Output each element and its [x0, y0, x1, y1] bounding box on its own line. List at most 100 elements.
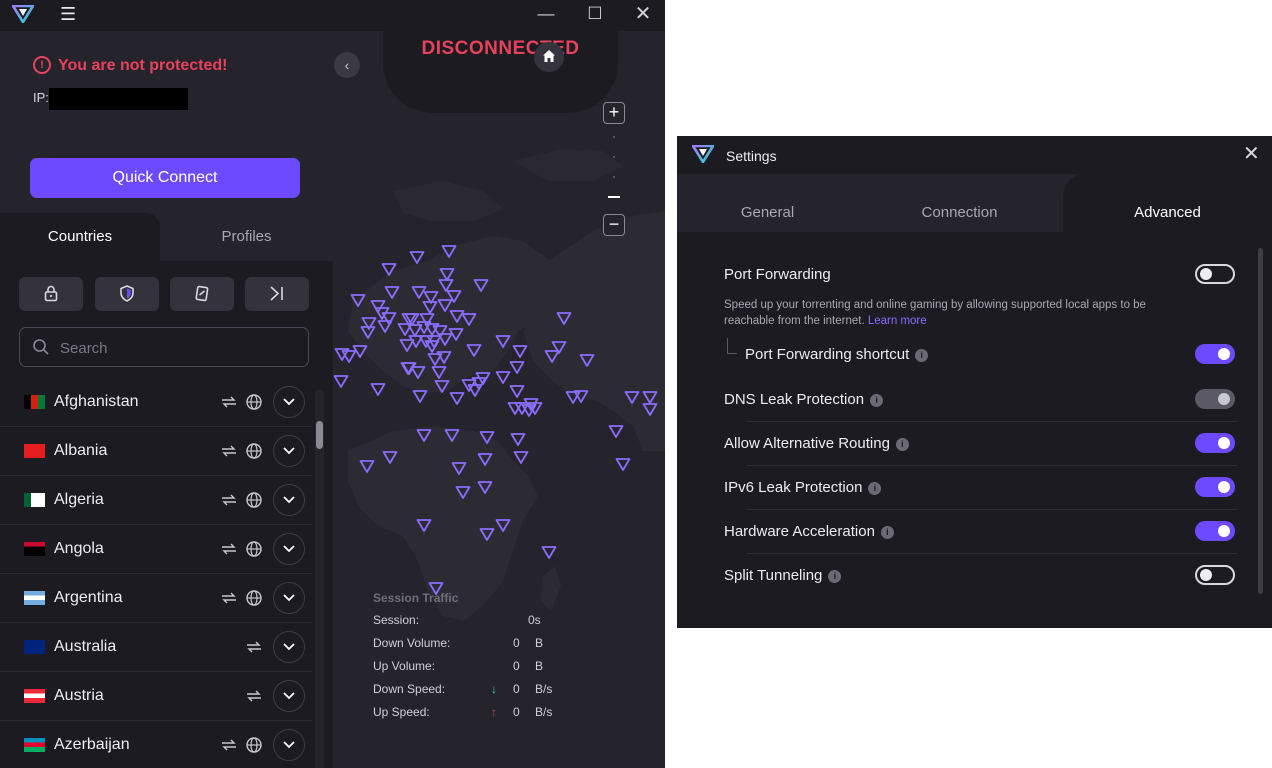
chevron-down-icon — [283, 496, 295, 504]
expand-country-button[interactable] — [273, 484, 305, 516]
traffic-value: 0s — [528, 613, 541, 627]
lock-icon — [44, 285, 58, 302]
setting-toggle[interactable] — [1195, 344, 1235, 364]
server-location-marker[interactable] — [615, 458, 631, 471]
flag-icon — [24, 444, 45, 458]
switch-server-icon[interactable] — [220, 736, 238, 754]
protonvpn-logo-icon[interactable] — [12, 5, 34, 23]
traffic-arrow: ↓ — [491, 682, 497, 696]
server-location-marker[interactable] — [509, 361, 525, 374]
globe-icon[interactable] — [245, 736, 263, 754]
expand-country-button[interactable] — [273, 680, 305, 712]
country-row[interactable]: Australia — [0, 623, 312, 672]
zoom-level-indicator[interactable] — [608, 196, 620, 198]
port-forwarding-description-text: Speed up your torrenting and online gami… — [724, 299, 1146, 327]
server-location-marker[interactable] — [409, 251, 425, 264]
traffic-row: Down Speed: ↓ 0 B/s — [373, 682, 573, 705]
country-row[interactable]: Angola — [0, 525, 312, 574]
port-forwarding-toggle[interactable] — [1195, 264, 1235, 284]
info-icon[interactable]: i — [895, 438, 909, 451]
country-row[interactable]: Azerbaijan — [0, 721, 312, 768]
server-location-marker[interactable] — [495, 371, 511, 384]
close-icon[interactable]: ✕ — [633, 4, 653, 24]
switch-server-icon[interactable] — [220, 442, 238, 460]
list-scrollbar-thumb[interactable] — [316, 421, 323, 449]
filter-secure-core-button[interactable] — [170, 277, 234, 311]
search-icon — [33, 339, 49, 355]
traffic-value: 0 — [513, 636, 520, 650]
switch-server-icon[interactable] — [220, 491, 238, 509]
server-location-marker[interactable] — [333, 375, 349, 388]
zoom-in-button[interactable]: + — [603, 102, 625, 124]
server-location-marker[interactable] — [513, 451, 529, 464]
chevron-down-icon — [283, 398, 295, 406]
tab-profiles[interactable]: Profiles — [160, 213, 333, 261]
globe-icon[interactable] — [245, 442, 263, 460]
info-icon[interactable]: i — [868, 482, 882, 495]
search-input[interactable] — [60, 336, 300, 360]
server-location-marker[interactable] — [512, 345, 528, 358]
setting-toggle[interactable] — [1195, 389, 1235, 409]
globe-icon[interactable] — [245, 491, 263, 509]
maximize-icon[interactable]: ☐ — [585, 4, 605, 24]
country-row[interactable]: Afghanistan — [0, 378, 312, 427]
expand-country-button[interactable] — [273, 729, 305, 761]
setting-toggle[interactable] — [1195, 477, 1235, 497]
home-button[interactable] — [534, 42, 564, 72]
tab-connection[interactable]: Connection — [897, 174, 1022, 232]
filter-secure-button[interactable] — [19, 277, 83, 311]
info-icon[interactable]: i — [880, 526, 894, 539]
connection-status-banner: DISCONNECTED — [383, 31, 618, 113]
tab-advanced[interactable]: Advanced — [1063, 174, 1272, 232]
zoom-track-dot — [613, 156, 615, 158]
filter-netshield-button[interactable] — [95, 277, 159, 311]
expand-country-button[interactable] — [273, 533, 305, 565]
switch-server-icon[interactable] — [245, 638, 263, 656]
expand-country-button[interactable] — [273, 582, 305, 614]
expand-country-button[interactable] — [273, 631, 305, 663]
switch-server-icon[interactable] — [220, 540, 238, 558]
info-icon[interactable]: i — [828, 570, 842, 583]
server-location-marker[interactable] — [608, 425, 624, 438]
quick-connect-button[interactable]: Quick Connect — [30, 158, 300, 198]
server-location-marker[interactable] — [412, 390, 428, 403]
traffic-unit: B — [535, 659, 544, 673]
tab-general[interactable]: General — [705, 174, 830, 232]
hamburger-menu-icon[interactable]: ☰ — [60, 5, 78, 23]
expand-country-button[interactable] — [273, 435, 305, 467]
filter-p2p-button[interactable] — [245, 277, 309, 311]
expand-country-button[interactable] — [273, 386, 305, 418]
server-location-marker[interactable] — [510, 433, 526, 446]
country-name: Australia — [54, 638, 117, 655]
collapse-panel-button[interactable]: ‹ — [334, 52, 360, 78]
server-location-marker[interactable] — [449, 392, 465, 405]
tab-countries[interactable]: Countries — [0, 213, 160, 261]
sub-setting-connector — [727, 338, 737, 354]
globe-icon[interactable] — [245, 540, 263, 558]
world-map[interactable]: ‹ DISCONNECTED + − Session Traffic Sessi… — [333, 31, 665, 768]
country-row[interactable]: Argentina — [0, 574, 312, 623]
switch-server-icon[interactable] — [220, 393, 238, 411]
close-icon[interactable]: ✕ — [1243, 144, 1260, 164]
learn-more-link[interactable]: Learn more — [868, 315, 927, 327]
switch-server-icon[interactable] — [220, 589, 238, 607]
warning-icon: ! — [33, 56, 51, 74]
info-icon[interactable]: i — [870, 394, 884, 407]
globe-icon[interactable] — [245, 393, 263, 411]
setting-toggle[interactable] — [1195, 433, 1235, 453]
setting-toggle[interactable] — [1195, 521, 1235, 541]
zoom-out-button[interactable]: − — [603, 214, 625, 236]
server-location-marker[interactable] — [541, 546, 557, 559]
country-row[interactable]: Austria — [0, 672, 312, 721]
country-row[interactable]: Algeria — [0, 476, 312, 525]
server-location-marker[interactable] — [370, 383, 386, 396]
server-location-marker[interactable] — [509, 385, 525, 398]
minimize-icon[interactable]: — — [536, 4, 556, 24]
globe-icon[interactable] — [245, 589, 263, 607]
traffic-value: 0 — [513, 659, 520, 673]
setting-toggle[interactable] — [1195, 565, 1235, 585]
info-icon[interactable]: i — [915, 349, 929, 362]
switch-server-icon[interactable] — [245, 687, 263, 705]
country-row[interactable]: Albania — [0, 427, 312, 476]
settings-scrollbar[interactable] — [1258, 248, 1263, 594]
